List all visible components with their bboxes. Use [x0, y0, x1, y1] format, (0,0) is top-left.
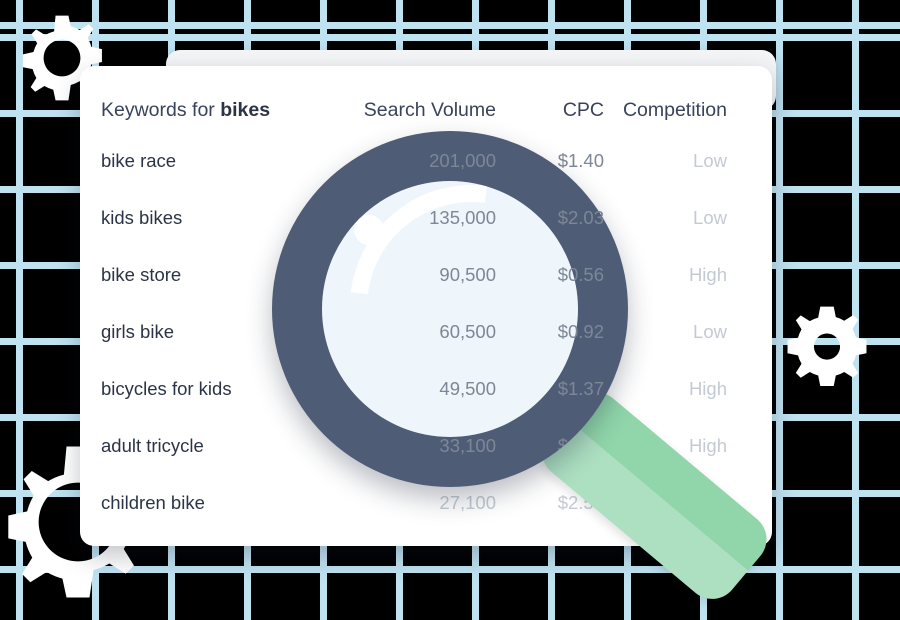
cell-cpc: $0.56	[557, 263, 604, 285]
table-row[interactable]: adult tricycle 33,100 $1.90 High	[80, 417, 772, 474]
cell-competition: Low	[693, 149, 727, 171]
column-header-competition: Competition	[622, 98, 727, 121]
keyword-results-card: Keywords for bikes Search Volume CPC Com…	[80, 66, 772, 546]
cell-keyword: adult tricycle	[101, 434, 204, 456]
cell-competition: High	[688, 377, 727, 399]
cell-volume: 60,500	[439, 320, 496, 342]
cell-cpc: $1.37	[557, 377, 604, 399]
illustration-canvas: Keywords for bikes Search Volume CPC Com…	[0, 0, 900, 620]
cell-cpc: $2.03	[557, 206, 604, 228]
cell-keyword: bike store	[101, 263, 182, 285]
keywords-table: Keywords for bikes Search Volume CPC Com…	[80, 88, 772, 531]
table-row[interactable]: bike race 201,000 $1.40 Low	[80, 132, 772, 189]
column-header-keywords-prefix: Keywords for	[101, 98, 221, 121]
table-row[interactable]: kids bikes 135,000 $2.03 Low	[80, 189, 772, 246]
cell-cpc: $0.92	[557, 320, 604, 342]
cell-competition: Low	[693, 320, 727, 342]
table-row[interactable]: bicycles for kids 49,500 $1.37 High	[80, 360, 772, 417]
table-row[interactable]: girls bike 60,500 $0.92 Low	[80, 303, 772, 360]
cell-keyword: bike race	[101, 149, 177, 171]
cell-volume: 90,500	[439, 263, 496, 285]
cell-cpc: $2.58	[557, 491, 604, 513]
cell-volume: 27,100	[439, 491, 496, 513]
table-header-row: Keywords for bikes Search Volume CPC Com…	[80, 88, 772, 132]
column-header-keywords: Keywords for bikes	[80, 88, 326, 132]
cell-volume: 201,000	[429, 149, 496, 171]
gear-icon-right	[785, 305, 869, 389]
cell-competition: Low	[693, 206, 727, 228]
table-body: bike race 201,000 $1.40 Low kids bikes 1…	[80, 132, 772, 531]
cell-cpc: $1.90	[557, 434, 604, 456]
cell-competition: High	[688, 263, 727, 285]
cell-keyword: girls bike	[101, 320, 174, 342]
table-row[interactable]: children bike 27,100 $2.58 High	[80, 474, 772, 531]
cell-cpc: $1.40	[557, 149, 604, 171]
cell-volume: 33,100	[439, 434, 496, 456]
cell-keyword: kids bikes	[101, 206, 183, 228]
column-header-keywords-term: bikes	[220, 98, 271, 121]
cell-keyword: bicycles for kids	[101, 377, 232, 399]
table-row[interactable]: bike store 90,500 $0.56 High	[80, 246, 772, 303]
column-header-search-volume: Search Volume	[363, 98, 496, 121]
cell-competition: High	[688, 491, 727, 513]
cell-volume: 49,500	[439, 377, 496, 399]
cell-competition: High	[688, 434, 727, 456]
column-header-cpc: CPC	[562, 98, 604, 121]
cell-volume: 135,000	[429, 206, 496, 228]
cell-keyword: children bike	[101, 491, 205, 513]
